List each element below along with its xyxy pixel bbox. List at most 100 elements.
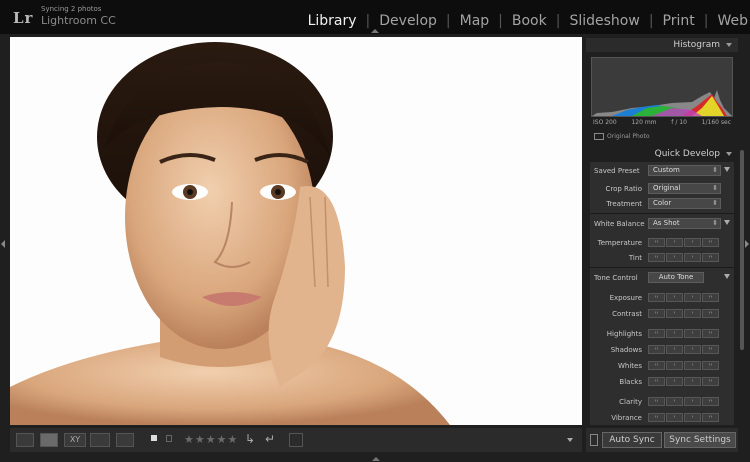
highlights-decrease-button[interactable]: ‹ xyxy=(666,329,683,338)
original-photo-toggle[interactable]: Original Photo xyxy=(594,133,650,140)
clarity-decrease-large-button[interactable]: ‹‹ xyxy=(648,397,665,406)
vibrance-increase-button[interactable]: › xyxy=(684,413,701,422)
histogram-collapse-icon[interactable] xyxy=(726,43,732,47)
auto-sync-button[interactable]: Auto Sync xyxy=(602,432,662,448)
highlights-decrease-large-button[interactable]: ‹‹ xyxy=(648,329,665,338)
toolbar-options-chevron-icon[interactable] xyxy=(567,438,573,442)
tint-increase-large-button[interactable]: ›› xyxy=(702,253,719,262)
tone-control-disclosure-icon[interactable] xyxy=(724,274,730,279)
module-print[interactable]: Print xyxy=(654,13,704,29)
compare-view-icon[interactable]: XY xyxy=(64,433,86,447)
shadows-decrease-button[interactable]: ‹ xyxy=(666,345,683,354)
auto-tone-button[interactable]: Auto Tone xyxy=(648,272,704,283)
clarity-increase-button[interactable]: › xyxy=(684,397,701,406)
crop-overlay-icon[interactable] xyxy=(289,433,303,447)
exposure-label: Exposure xyxy=(609,294,642,302)
saved-preset-label: Saved Preset xyxy=(594,167,640,175)
histogram-header[interactable]: Histogram xyxy=(586,38,738,52)
tint-buttons: ‹‹ ‹ › ›› xyxy=(648,253,719,262)
vibrance-buttons: ‹‹ ‹ › ›› xyxy=(648,413,719,422)
exposure-increase-large-button[interactable]: ›› xyxy=(702,293,719,302)
shadows-decrease-large-button[interactable]: ‹‹ xyxy=(648,345,665,354)
shadows-increase-button[interactable]: › xyxy=(684,345,701,354)
clarity-buttons: ‹‹ ‹ › ›› xyxy=(648,397,719,406)
loupe-view-icon[interactable] xyxy=(40,433,58,447)
module-web[interactable]: Web xyxy=(708,13,750,29)
highlights-buttons: ‹‹ ‹ › ›› xyxy=(648,329,719,338)
blacks-label: Blacks xyxy=(619,378,642,386)
blacks-increase-button[interactable]: › xyxy=(684,377,701,386)
temperature-decrease-large-button[interactable]: ‹‹ xyxy=(648,238,665,247)
whites-decrease-large-button[interactable]: ‹‹ xyxy=(648,361,665,370)
grid-view-icon[interactable] xyxy=(16,433,34,447)
temperature-buttons: ‹‹ ‹ › ›› xyxy=(648,238,719,247)
right-panel-scrollbar[interactable] xyxy=(740,150,744,350)
saved-preset-select[interactable]: Custom xyxy=(648,165,721,176)
portrait-photo xyxy=(10,37,582,425)
module-library[interactable]: Library xyxy=(299,13,366,29)
clarity-increase-large-button[interactable]: ›› xyxy=(702,397,719,406)
flag-icon[interactable] xyxy=(151,435,157,441)
temperature-increase-button[interactable]: › xyxy=(684,238,701,247)
collapse-top-panel-icon[interactable] xyxy=(371,29,379,33)
contrast-increase-large-button[interactable]: ›› xyxy=(702,309,719,318)
contrast-decrease-large-button[interactable]: ‹‹ xyxy=(648,309,665,318)
temperature-increase-large-button[interactable]: ›› xyxy=(702,238,719,247)
blacks-decrease-button[interactable]: ‹ xyxy=(666,377,683,386)
library-toolbar: XY ★★★★★ ↳ ↵ xyxy=(10,428,582,452)
survey-view-icon[interactable] xyxy=(90,433,110,447)
rotate-right-icon[interactable]: ↵ xyxy=(265,432,275,446)
vibrance-increase-large-button[interactable]: ›› xyxy=(702,413,719,422)
auto-sync-switch-icon[interactable] xyxy=(590,434,598,446)
collapse-filmstrip-icon[interactable] xyxy=(372,457,380,461)
treatment-select[interactable]: Color xyxy=(648,198,721,209)
white-balance-disclosure-icon[interactable] xyxy=(724,220,730,225)
rotate-left-icon[interactable]: ↳ xyxy=(245,432,255,446)
tint-decrease-button[interactable]: ‹ xyxy=(666,253,683,262)
highlights-increase-large-button[interactable]: ›› xyxy=(702,329,719,338)
quick-develop-collapse-icon[interactable] xyxy=(726,152,732,156)
quick-develop-header[interactable]: Quick Develop xyxy=(586,147,738,161)
vibrance-decrease-large-button[interactable]: ‹‹ xyxy=(648,413,665,422)
highlights-increase-button[interactable]: › xyxy=(684,329,701,338)
histogram-graph[interactable] xyxy=(591,57,733,117)
whites-increase-large-button[interactable]: ›› xyxy=(702,361,719,370)
contrast-increase-button[interactable]: › xyxy=(684,309,701,318)
module-develop[interactable]: Develop xyxy=(370,13,446,29)
module-book[interactable]: Book xyxy=(503,13,556,29)
temperature-decrease-button[interactable]: ‹ xyxy=(666,238,683,247)
module-slideshow[interactable]: Slideshow xyxy=(560,13,648,29)
collapse-right-panel-icon[interactable] xyxy=(745,240,749,248)
module-map[interactable]: Map xyxy=(451,13,499,29)
tint-increase-button[interactable]: › xyxy=(684,253,701,262)
shadows-increase-large-button[interactable]: ›› xyxy=(702,345,719,354)
contrast-decrease-button[interactable]: ‹ xyxy=(666,309,683,318)
white-balance-select[interactable]: As Shot xyxy=(648,218,721,229)
crop-ratio-label: Crop Ratio xyxy=(605,185,642,193)
tint-decrease-large-button[interactable]: ‹‹ xyxy=(648,253,665,262)
exif-info: ISO 200 120 mm f / 10 1/160 sec xyxy=(591,119,733,126)
exposure-decrease-large-button[interactable]: ‹‹ xyxy=(648,293,665,302)
right-panel: Histogram ISO 200 120 mm f / 10 1/160 se… xyxy=(586,37,738,425)
expand-left-panel-icon[interactable] xyxy=(1,240,5,248)
saved-preset-disclosure-icon[interactable] xyxy=(724,167,730,172)
clarity-decrease-button[interactable]: ‹ xyxy=(666,397,683,406)
blacks-decrease-large-button[interactable]: ‹‹ xyxy=(648,377,665,386)
shadows-label: Shadows xyxy=(610,346,642,354)
sync-settings-button[interactable]: Sync Settings xyxy=(664,432,736,448)
photo-loupe-view[interactable] xyxy=(10,37,582,425)
star-rating[interactable]: ★★★★★ xyxy=(184,433,238,446)
exposure-increase-button[interactable]: › xyxy=(684,293,701,302)
vibrance-decrease-button[interactable]: ‹ xyxy=(666,413,683,422)
whites-decrease-button[interactable]: ‹ xyxy=(666,361,683,370)
crop-ratio-select[interactable]: Original xyxy=(648,183,721,194)
whites-label: Whites xyxy=(617,362,642,370)
exif-iso: ISO 200 xyxy=(593,119,617,126)
blacks-increase-large-button[interactable]: ›› xyxy=(702,377,719,386)
vibrance-label: Vibrance xyxy=(611,414,642,422)
exif-focal-length: 120 mm xyxy=(631,119,657,126)
people-view-icon[interactable] xyxy=(116,433,134,447)
reject-flag-icon[interactable] xyxy=(166,435,172,442)
exposure-decrease-button[interactable]: ‹ xyxy=(666,293,683,302)
whites-increase-button[interactable]: › xyxy=(684,361,701,370)
